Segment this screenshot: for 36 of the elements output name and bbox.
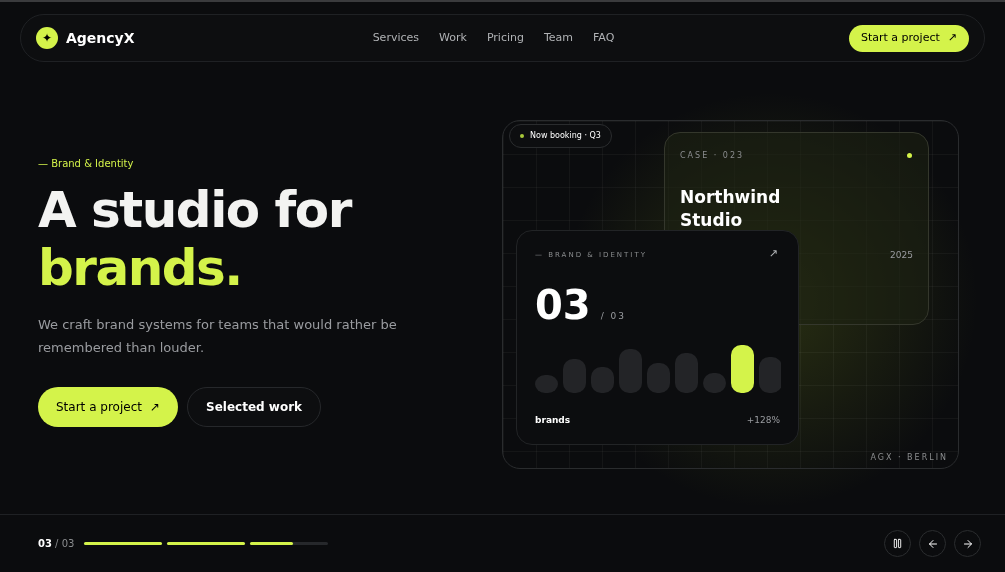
chart-bar [535,375,558,393]
start-project-button[interactable]: Start a project ↗ [849,24,969,52]
chart-bar [591,367,614,393]
stat-number: 03 [535,283,591,327]
nav-link[interactable]: FAQ [593,29,615,47]
selected-work-button[interactable]: Selected work [187,387,322,427]
chart-bar [759,357,781,393]
arrow-left-icon [926,537,939,550]
brand-name: AgencyX [66,28,135,48]
booking-badge: Now booking · Q3 [509,124,612,148]
case-label: CASE · 023 [680,150,745,162]
stat-caption: brands [535,413,571,427]
stat-delta: +128% [746,413,780,427]
location-label: AGX · BERLIN [870,452,948,464]
chart-bar [647,363,670,393]
logo-icon: ✦ [36,27,58,49]
nav-link[interactable]: Services [372,29,420,47]
slide-counter: 03 / 03 [38,537,75,551]
pause-icon [892,538,903,549]
stat-total: / 03 [600,309,627,323]
eyebrow-text: — Brand & Identity [38,157,135,171]
arrow-icon: ↗ [768,246,778,263]
nav-link[interactable]: Pricing [486,29,524,47]
case-title: Northwind Studio [680,186,781,232]
nav-link[interactable]: Team [543,29,574,47]
nav-link[interactable]: Work [439,29,467,47]
start-project-button[interactable]: Start a project ↗ [38,387,178,427]
chart-bar [619,349,642,393]
chart-bar [703,373,726,393]
hero-description: We craft brand systems for teams that would rather be remembered than louder. [38,316,398,357]
hero-title: A studio for brands. [38,181,353,297]
chart-bar [731,345,754,393]
chart-bar [563,359,586,393]
case-year: 2025 [890,249,913,262]
arrow-right-icon [961,537,974,550]
chart-bar [675,353,698,393]
